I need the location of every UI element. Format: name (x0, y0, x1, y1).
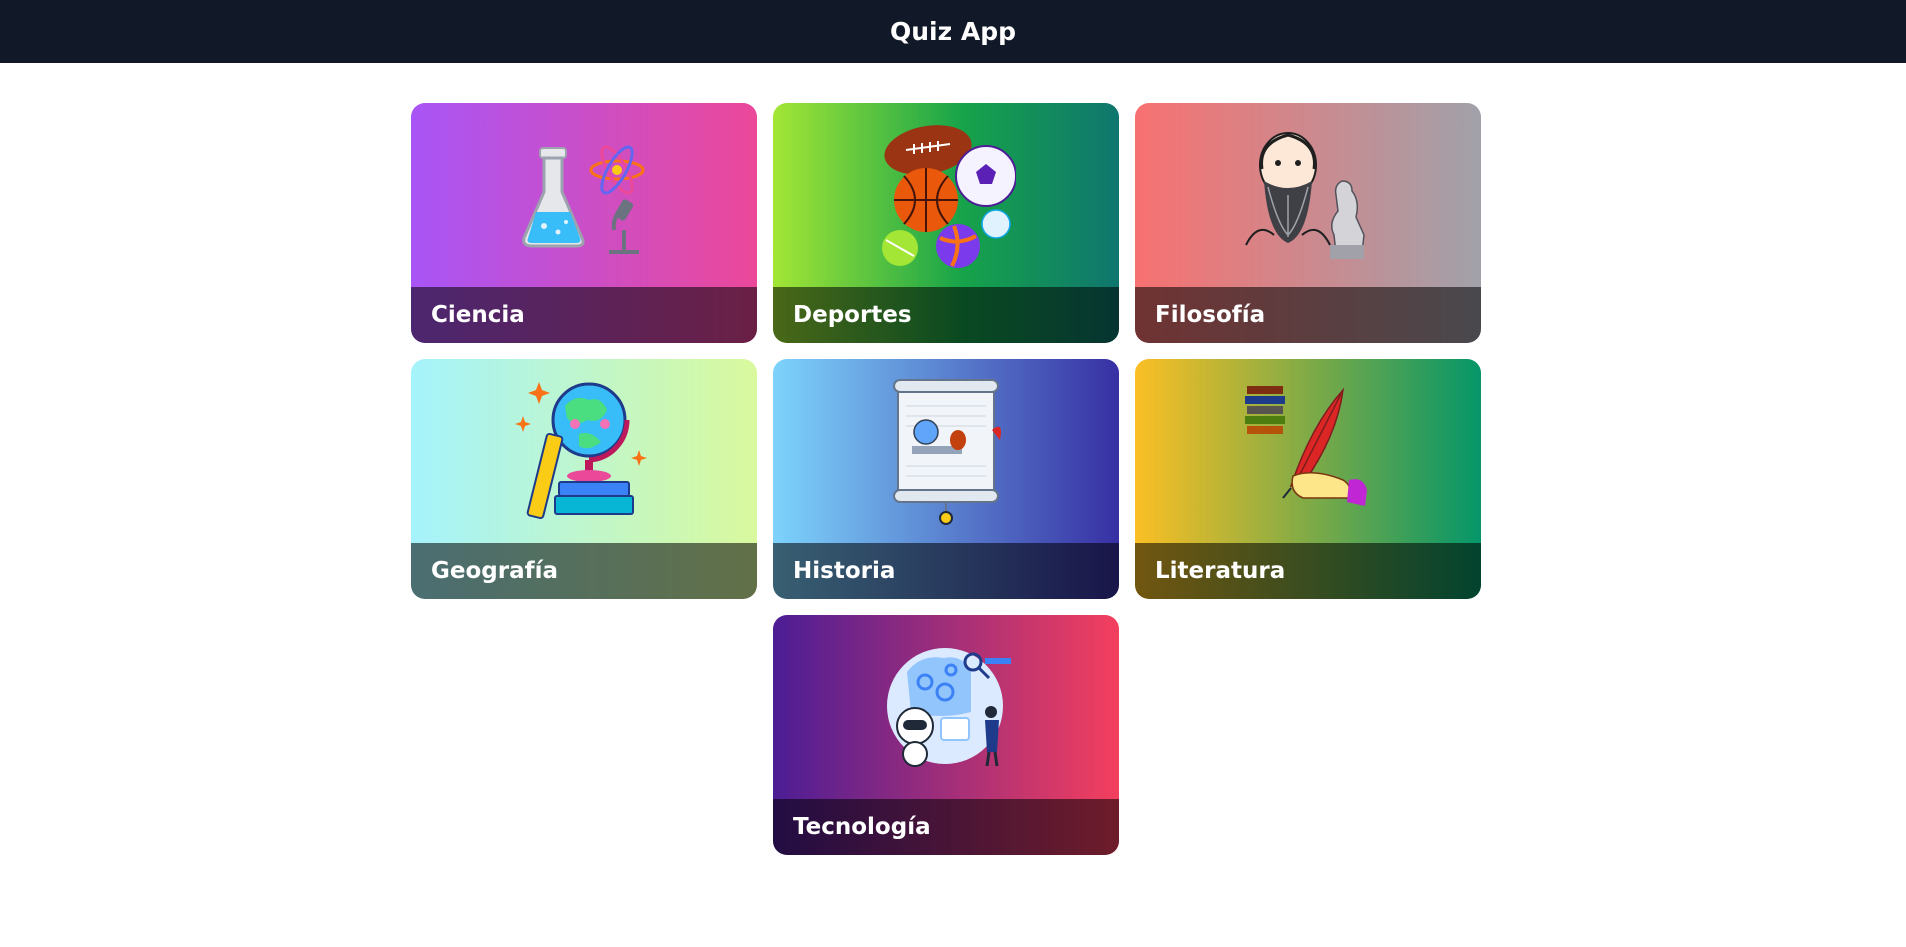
category-label: Ciencia (431, 302, 525, 328)
philosopher-icon (1135, 103, 1481, 287)
category-card-deportes[interactable]: Deportes (773, 103, 1119, 343)
app-title: Quiz App (889, 17, 1016, 46)
category-label: Geografía (431, 558, 559, 584)
scroll-icon (773, 359, 1119, 543)
category-label-bar: Historia (773, 543, 1119, 599)
category-label-bar: Literatura (1135, 543, 1481, 599)
category-grid: Ciencia Deportes Filosofía Geografía His… (411, 103, 1481, 855)
category-label: Tecnología (793, 814, 931, 840)
category-label: Deportes (793, 302, 912, 328)
category-card-tecnologia[interactable]: Tecnología (773, 615, 1119, 855)
category-label-bar: Ciencia (411, 287, 757, 343)
category-label: Literatura (1155, 558, 1286, 584)
category-card-literatura[interactable]: Literatura (1135, 359, 1481, 599)
category-card-ciencia[interactable]: Ciencia (411, 103, 757, 343)
category-label-bar: Deportes (773, 287, 1119, 343)
quill-icon (1135, 359, 1481, 543)
category-label: Filosofía (1155, 302, 1266, 328)
category-card-geografia[interactable]: Geografía (411, 359, 757, 599)
globe-icon (411, 359, 757, 543)
technology-robot-icon (773, 615, 1119, 799)
sports-balls-icon (773, 103, 1119, 287)
category-label-bar: Geografía (411, 543, 757, 599)
app-header: Quiz App (0, 0, 1906, 63)
category-card-filosofia[interactable]: Filosofía (1135, 103, 1481, 343)
science-flask-icon (411, 103, 757, 287)
category-label-bar: Tecnología (773, 799, 1119, 855)
category-label: Historia (793, 558, 896, 584)
category-label-bar: Filosofía (1135, 287, 1481, 343)
category-card-historia[interactable]: Historia (773, 359, 1119, 599)
